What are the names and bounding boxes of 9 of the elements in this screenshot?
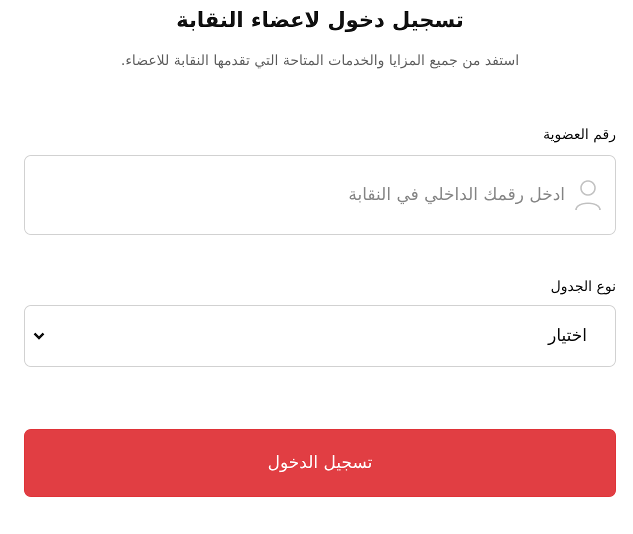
chevron-down-icon — [33, 332, 45, 340]
table-type-select[interactable]: اختيار — [24, 305, 616, 367]
page-subtitle: استفد من جميع المزايا والخدمات المتاحة التي تقدمها النقابة للاعضاء. — [120, 53, 520, 69]
membership-input-field[interactable]: ادخل رقمك الداخلي في النقابة — [24, 155, 616, 235]
field-label: رقم العضوية — [543, 127, 616, 143]
page-title: تسجيل دخول لاعضاء النقابة — [176, 7, 464, 34]
login-button[interactable]: تسجيل الدخول — [24, 429, 616, 497]
field-label: نوع الجدول — [550, 279, 616, 295]
user-icon — [574, 179, 602, 211]
